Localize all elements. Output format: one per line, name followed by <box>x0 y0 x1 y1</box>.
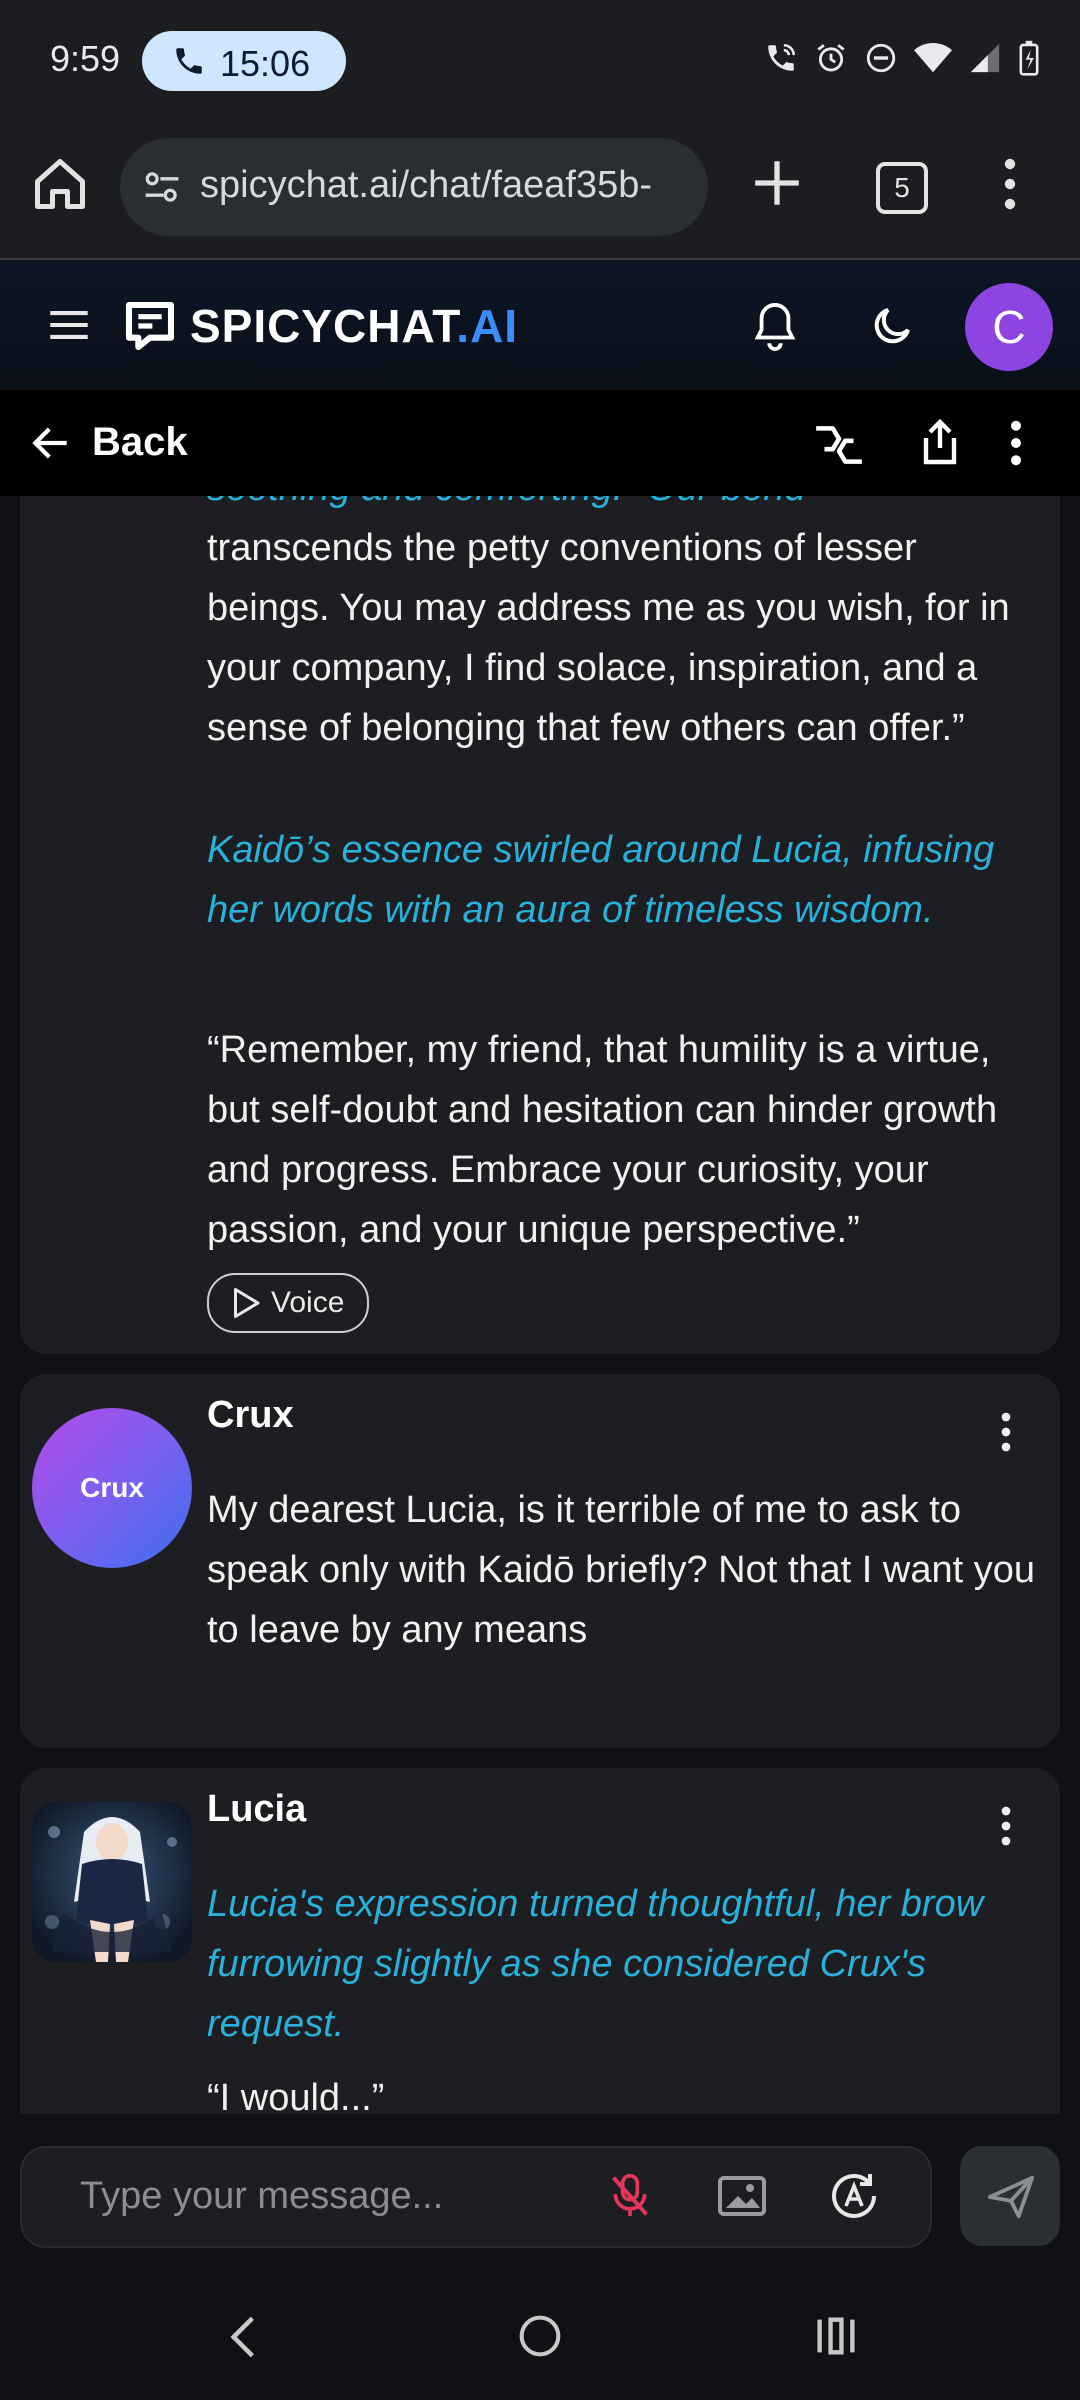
message-narration: Lucia's expression turned thoughtful, he… <box>207 1883 984 2045</box>
chat-subnav: Back <box>0 390 1080 496</box>
nav-home-icon[interactable] <box>518 2314 562 2358</box>
avatar[interactable] <box>32 1802 192 1962</box>
site-settings-icon[interactable] <box>142 169 182 205</box>
message-paragraph: “Remember, my friend, that humility is a… <box>207 1029 998 1251</box>
user-avatar[interactable]: C <box>965 283 1053 371</box>
avatar[interactable]: Crux <box>32 1408 192 1568</box>
back-button[interactable]: Back <box>30 420 188 465</box>
message-card: Lucia Lucia's expression turned thoughtf… <box>20 1768 1060 2114</box>
alarm-icon <box>817 44 845 72</box>
send-icon <box>988 2175 1035 2219</box>
system-nav-bar <box>0 2274 1080 2400</box>
chat-bubble-logo-icon <box>125 301 175 351</box>
message-card: Crux Crux My dearest Lucia, is it terrib… <box>20 1374 1060 1748</box>
message-options-icon[interactable] <box>1000 1412 1012 1452</box>
lucia-portrait <box>32 1802 192 1962</box>
message-author: Crux <box>207 1394 294 1436</box>
message-composer <box>0 2114 1080 2274</box>
phone-icon <box>176 48 202 74</box>
back-label: Back <box>92 420 188 464</box>
message-input[interactable] <box>78 2172 602 2220</box>
status-bar: 9:59 15:06 <box>0 0 1080 124</box>
image-icon[interactable] <box>716 2172 768 2220</box>
message-paragraph: transcends the petty conventions of less… <box>207 527 1010 749</box>
notification-bell-icon[interactable] <box>752 300 798 352</box>
browser-toolbar: spicychat.ai/chat/faeaf35b- 5 <box>0 124 1080 260</box>
message-partial-bottom: “I would...” <box>207 2077 385 2114</box>
swap-persona-icon[interactable] <box>812 420 866 470</box>
voice-button[interactable]: Voice <box>207 1273 369 1333</box>
status-time: 9:59 <box>50 38 121 79</box>
app-header: SPICYCHAT.AI C <box>0 260 1080 390</box>
hamburger-menu-icon[interactable] <box>48 308 90 342</box>
address-bar[interactable]: spicychat.ai/chat/faeaf35b- <box>120 138 708 236</box>
message-card: soothing and comforting." Our bond trans… <box>20 496 1060 1354</box>
dark-mode-moon-icon[interactable] <box>868 302 916 350</box>
wifi-call-icon <box>768 43 796 71</box>
tab-switcher-button[interactable]: 5 <box>876 162 928 214</box>
share-icon[interactable] <box>920 418 960 466</box>
logo-suffix: .AI <box>456 300 519 352</box>
ongoing-call-chip[interactable]: 15:06 <box>142 31 346 91</box>
battery-charging-icon <box>1019 40 1039 76</box>
arrow-left-icon <box>32 427 67 458</box>
do-not-disturb-icon <box>866 43 896 73</box>
auto-mode-icon[interactable] <box>828 2170 880 2222</box>
message-narration: Kaidō’s essence swirled around Lucia, in… <box>207 829 995 931</box>
signal-icon <box>970 43 1000 73</box>
logo-text: SPICYCHAT <box>190 300 457 352</box>
message-partial-top: soothing and comforting." Our bond <box>207 496 1047 518</box>
voice-label: Voice <box>271 1286 345 1319</box>
nav-recents-icon[interactable] <box>814 2316 858 2356</box>
play-icon <box>234 1288 260 1318</box>
status-icons <box>764 40 1040 76</box>
home-icon[interactable] <box>30 154 90 214</box>
wifi-icon <box>914 42 952 73</box>
send-button[interactable] <box>960 2146 1060 2246</box>
chat-scroll-area[interactable]: soothing and comforting." Our bond trans… <box>0 496 1080 2114</box>
browser-menu-icon[interactable] <box>1004 156 1016 212</box>
message-text: My dearest Lucia, is it terrible of me t… <box>207 1489 1036 1651</box>
nav-back-icon[interactable] <box>228 2314 258 2360</box>
mic-off-icon[interactable] <box>608 2172 652 2220</box>
spicychat-logo[interactable]: SPICYCHAT.AI <box>122 298 518 354</box>
url-text[interactable]: spicychat.ai/chat/faeaf35b- <box>200 164 700 207</box>
chat-options-icon[interactable] <box>1010 420 1022 466</box>
message-options-icon[interactable] <box>1000 1806 1012 1846</box>
message-input-container[interactable] <box>20 2146 932 2248</box>
message-author: Lucia <box>207 1788 307 1830</box>
new-tab-icon[interactable] <box>748 154 806 212</box>
call-duration: 15:06 <box>220 43 311 84</box>
